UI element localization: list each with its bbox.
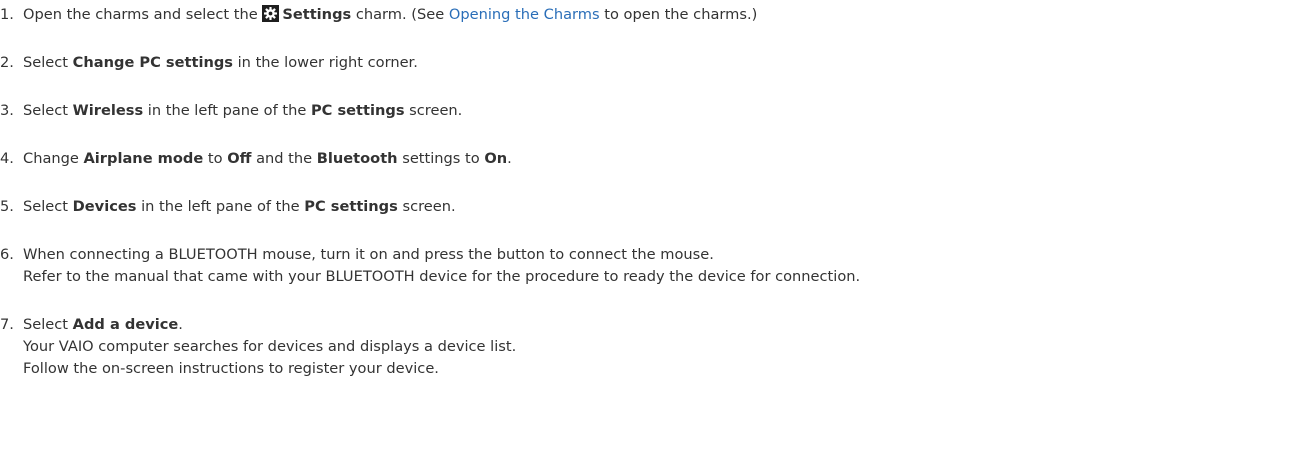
step-text: When connecting a BLUETOOTH mouse, turn …: [23, 246, 714, 263]
step-2: 2. Select Change PC settings in the lower…: [0, 53, 418, 73]
step-text: Select: [23, 198, 73, 215]
step-1: 1. Open the charms and select the Setting…: [0, 5, 757, 25]
step-number: 6.: [0, 246, 14, 263]
step-3: 3. Select Wireless in the left pane of th…: [0, 101, 462, 121]
step-bold: Change PC settings: [72, 54, 233, 71]
step-text: Select: [23, 102, 73, 119]
step-text: in the left pane of the: [136, 198, 305, 215]
step-bold: Wireless: [72, 102, 144, 119]
step-6: 6. When connecting a BLUETOOTH mouse, tur…: [0, 245, 714, 265]
step-text: and the: [251, 150, 317, 167]
step-bold: Devices: [72, 198, 137, 215]
step-text: to: [203, 150, 228, 167]
step-bold: Add a device: [72, 316, 179, 333]
step-bold: Off: [227, 150, 252, 167]
step-number: 2.: [0, 54, 14, 71]
step-text: .: [178, 316, 183, 333]
step-7-line-3: Follow the on-screen instructions to reg…: [23, 360, 439, 377]
step-text: in the lower right corner.: [232, 54, 418, 71]
step-text: Change: [23, 150, 84, 167]
step-bold: PC settings: [310, 102, 405, 119]
step-text: settings to: [397, 150, 485, 167]
step-bold: On: [484, 150, 508, 167]
step-text: to open the charms.): [599, 6, 758, 23]
settings-charm-label: Settings: [282, 6, 352, 23]
step-number: 7.: [0, 316, 14, 333]
step-text: .: [507, 150, 512, 167]
step-bold: PC settings: [304, 198, 398, 215]
step-bold: Airplane mode: [83, 150, 204, 167]
step-text: screen.: [397, 198, 456, 215]
step-number: 5.: [0, 198, 14, 215]
step-text: in the left pane of the: [143, 102, 311, 119]
step-bold: Bluetooth: [316, 150, 398, 167]
opening-the-charms-link[interactable]: Opening the Charms: [449, 6, 600, 23]
step-number: 3.: [0, 102, 14, 119]
step-5: 5. Select Devices in the left pane of the…: [0, 197, 456, 217]
step-text: Select: [23, 54, 73, 71]
step-6-line-2: Refer to the manual that came with your …: [23, 268, 861, 285]
step-text: Open the charms and select the: [23, 6, 263, 23]
step-text: charm. (See: [351, 6, 449, 23]
step-7-line-2: Your VAIO computer searches for devices …: [23, 338, 517, 355]
step-number: 1.: [0, 6, 14, 23]
step-text: screen.: [404, 102, 463, 119]
step-7: 7. Select Add a device.: [0, 315, 183, 335]
step-4: 4. Change Airplane mode to Off and the Bl…: [0, 149, 512, 169]
gear-icon: [262, 5, 280, 22]
step-number: 4.: [0, 150, 14, 167]
step-text: Select: [23, 316, 73, 333]
